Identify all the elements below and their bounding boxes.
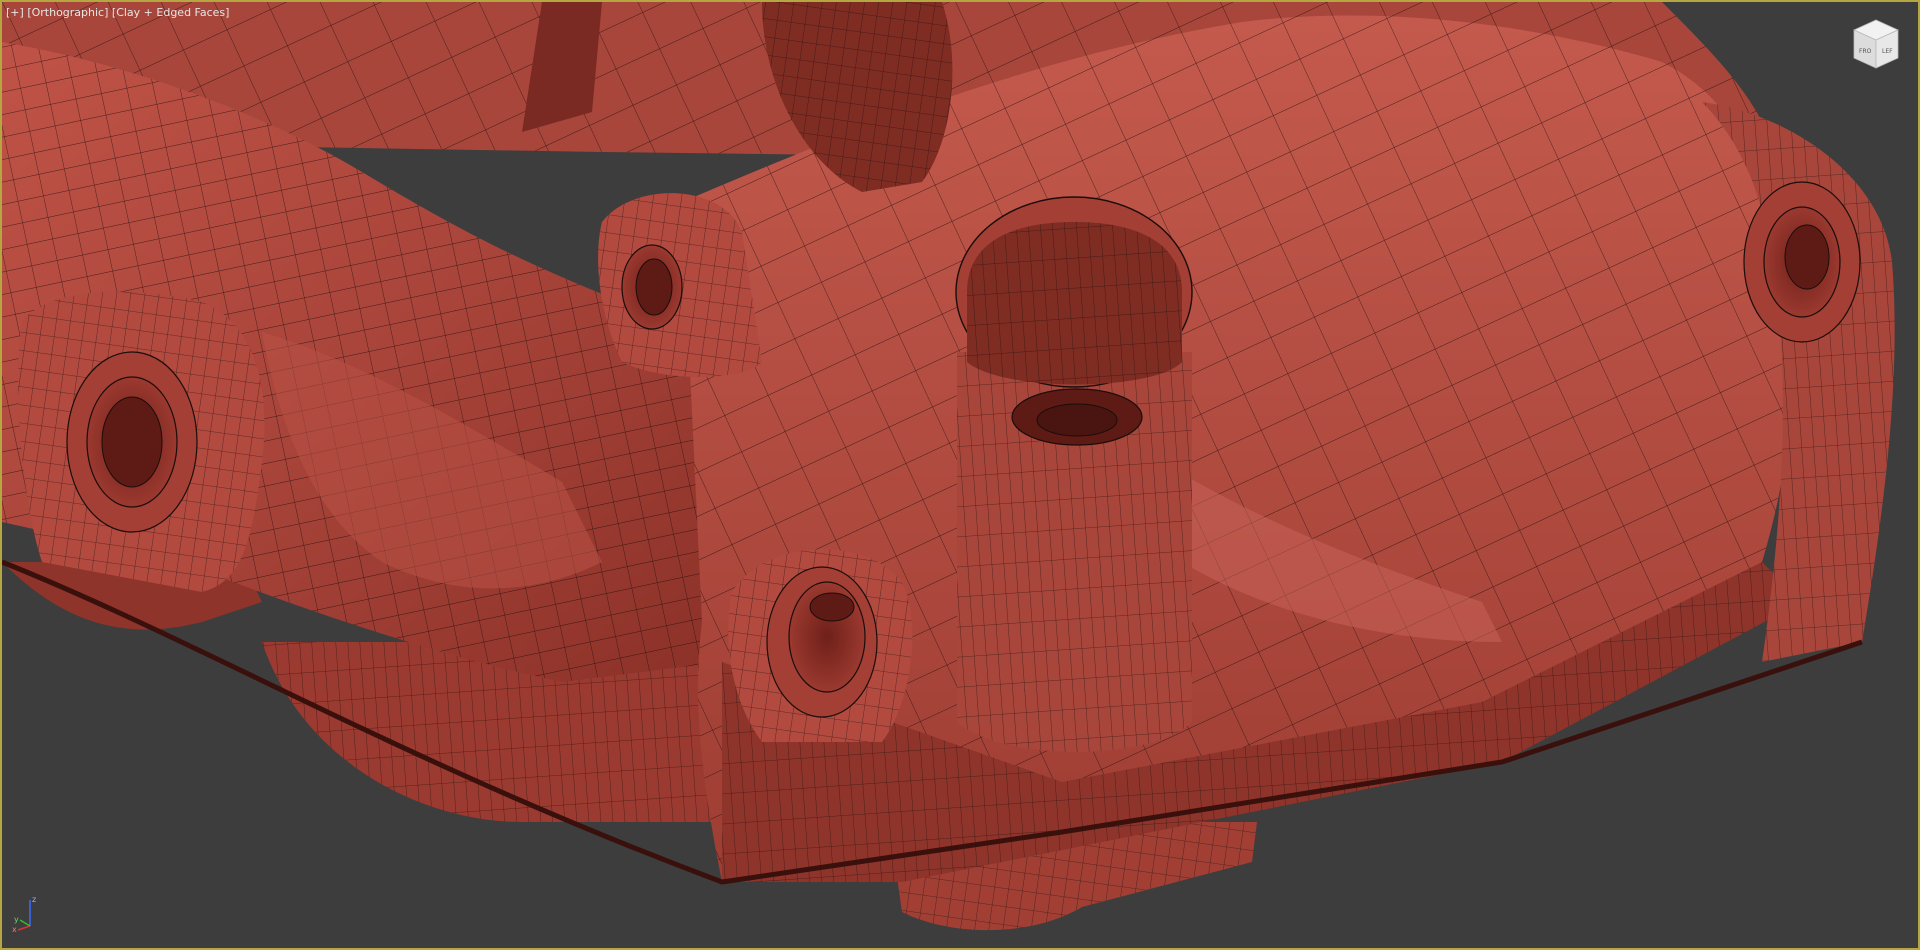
viewport-label[interactable]: [+] [Orthographic] [Clay + Edged Faces]	[6, 6, 229, 19]
viewcube-front-label: FRO	[1859, 48, 1872, 55]
axis-x-label: x	[12, 925, 17, 932]
left-boss-shape	[18, 291, 265, 592]
viewport-menu-plus[interactable]: [+]	[6, 6, 24, 19]
axis-gizmo-icon: z x y	[12, 895, 36, 932]
axis-y-label: y	[14, 915, 19, 924]
viewcube-side-label: LEF	[1882, 48, 1893, 55]
viewport-shading-mode[interactable]: [Clay + Edged Faces]	[112, 6, 230, 19]
perspective-viewport[interactable]: [+] [Orthographic] [Clay + Edged Faces]	[0, 0, 1920, 950]
model-render[interactable]	[2, 2, 1918, 948]
lower-mid-boss-shape	[728, 549, 913, 742]
viewcube-icon[interactable]: FRO LEF	[1848, 16, 1904, 72]
central-cylinder-shape	[955, 196, 1193, 752]
axis-z-label: z	[32, 895, 36, 904]
viewport-view-type[interactable]: [Orthographic]	[27, 6, 108, 19]
